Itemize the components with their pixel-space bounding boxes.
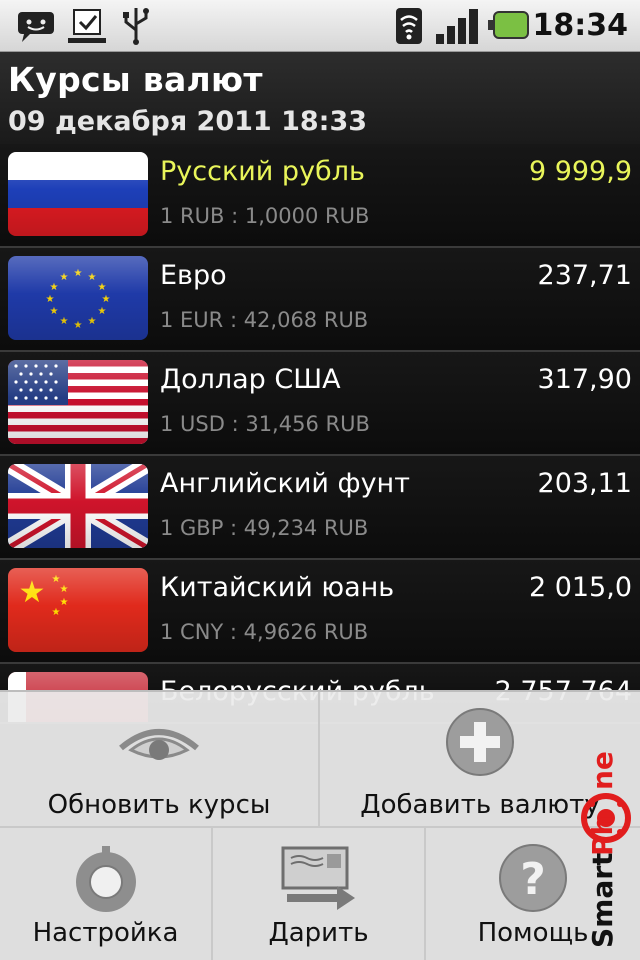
svg-text:★: ★ — [88, 272, 97, 283]
currency-row-rub[interactable]: Русский рубль 9 999,9 1 RUB : 1,0000 RUB — [0, 144, 640, 248]
svg-text:★: ★ — [60, 584, 69, 595]
currency-row-cny[interactable]: ★ ★ ★ ★ ★ Китайский юань 2 015,0 1 CNY : 4… — [0, 560, 640, 664]
wifi-icon — [396, 8, 422, 44]
svg-text:★: ★ — [50, 282, 59, 293]
svg-text:★: ★ — [98, 282, 107, 293]
currency-amount: 9 999,9 — [528, 156, 632, 187]
chat-notification-icon — [18, 12, 54, 42]
svg-text:★: ★ — [60, 597, 69, 608]
battery-icon — [488, 11, 529, 39]
svg-text:★: ★ — [102, 294, 111, 305]
china-flag: ★ ★ ★ ★ ★ — [8, 568, 148, 652]
gift-button[interactable]: Дарить — [213, 828, 426, 960]
clock: 18:34 — [532, 8, 629, 43]
currency-name: Английский фунт — [160, 468, 410, 499]
svg-text:Ph: Ph — [586, 816, 619, 856]
page-title: Курсы валют — [8, 60, 263, 99]
svg-text:★: ★ — [19, 575, 46, 610]
signal-icon — [436, 9, 478, 44]
eye-icon — [119, 729, 199, 760]
send-gift-icon — [281, 846, 355, 910]
gift-label: Дарить — [268, 918, 369, 948]
svg-text:?: ? — [520, 854, 546, 905]
svg-text:★: ★ — [60, 316, 69, 327]
settings-knob-icon — [75, 846, 136, 912]
svg-text:★: ★ — [74, 320, 83, 331]
currency-amount: 2 015,0 — [528, 572, 632, 603]
svg-text:★: ★ — [88, 316, 97, 327]
svg-text:★: ★ — [46, 294, 55, 305]
settings-button[interactable]: Настройка — [0, 828, 213, 960]
refresh-rates-label: Обновить курсы — [47, 790, 271, 820]
usb-icon — [123, 8, 149, 45]
currency-name: Евро — [160, 260, 227, 291]
currency-row-usd[interactable]: Доллар США 317,90 1 USD : 31,456 RUB — [0, 352, 640, 456]
svg-text:★: ★ — [52, 607, 61, 618]
svg-text:Smart: Smart — [586, 853, 619, 948]
svg-text:ne: ne — [586, 751, 619, 790]
currency-amount: 203,11 — [537, 468, 632, 499]
currency-name: Китайский юань — [160, 572, 395, 603]
app-header: Курсы валют 09 декабря 2011 18:33 — [0, 52, 640, 144]
currency-list[interactable]: Русский рубль 9 999,9 1 RUB : 1,0000 RUB… — [0, 144, 640, 724]
currency-name: Русский рубль — [160, 156, 365, 187]
currency-row-gbp[interactable]: Английский фунт 203,11 1 GBP : 49,234 RU… — [0, 456, 640, 560]
russia-flag — [8, 152, 148, 236]
help-icon: ? — [499, 844, 567, 912]
svg-text:★: ★ — [74, 268, 83, 279]
currency-rate: 1 CNY : 4,9626 RUB — [160, 620, 369, 644]
currency-rate: 1 RUB : 1,0000 RUB — [160, 204, 370, 228]
currency-amount: 237,71 — [537, 260, 632, 291]
svg-text:★: ★ — [98, 306, 107, 317]
currency-row-eur[interactable]: ★ ★ ★ ★ ★ ★ ★ ★ ★ ★ ★ ★ Евро 237,71 1 EUR : 42,06… — [0, 248, 640, 352]
currency-amount: 317,90 — [537, 364, 632, 395]
eu-flag: ★ ★ ★ ★ ★ ★ ★ ★ ★ ★ ★ ★ — [8, 256, 148, 340]
plus-icon — [446, 708, 514, 776]
currency-rate: 1 USD : 31,456 RUB — [160, 412, 370, 436]
svg-text:★: ★ — [60, 272, 69, 283]
svg-text:★: ★ — [52, 574, 61, 585]
options-menu: Обновить курсы Добавить валюту Настройка… — [0, 690, 640, 960]
svg-text:★: ★ — [50, 306, 59, 317]
currency-rate: 1 GBP : 49,234 RUB — [160, 516, 369, 540]
uk-flag — [8, 464, 148, 548]
update-date: 09 декабря 2011 18:33 — [8, 106, 368, 137]
download-done-icon — [68, 9, 106, 43]
refresh-rates-button[interactable]: Обновить курсы — [0, 692, 320, 828]
settings-label: Настройка — [32, 918, 179, 948]
currency-name: Доллар США — [160, 364, 341, 395]
currency-rate: 1 EUR : 42,068 RUB — [160, 308, 369, 332]
status-bar: 18:34 — [0, 0, 640, 52]
usa-flag — [8, 360, 148, 444]
smartphone-watermark-logo: Smart Ph ne — [581, 751, 631, 948]
